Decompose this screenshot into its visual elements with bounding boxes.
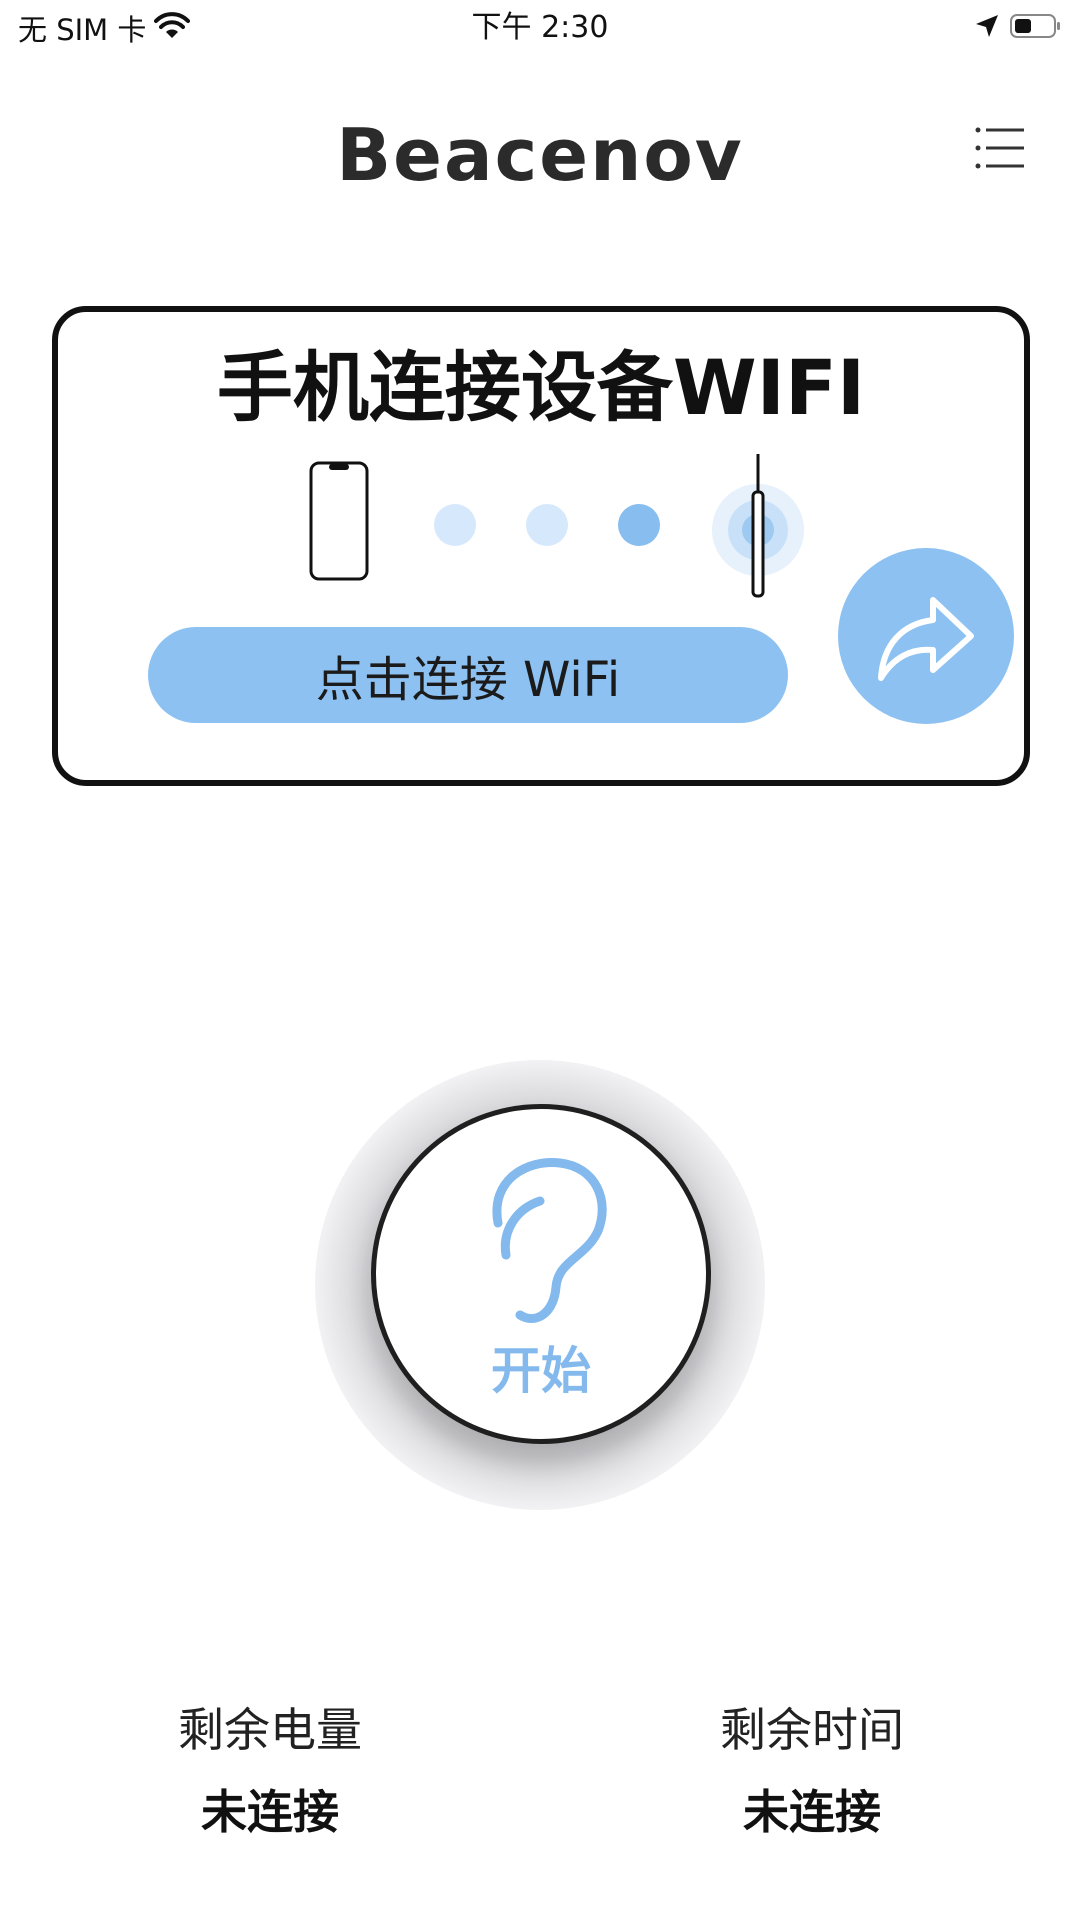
ear-icon bbox=[476, 1153, 616, 1333]
start-button[interactable]: 开始 bbox=[371, 1104, 711, 1444]
app-screen: 无 SIM 卡 下午 2:30 Beacenov 手机连接设备WIFI 点击连接… bbox=[0, 0, 1080, 1920]
brand-logo: Beacenov bbox=[336, 113, 744, 197]
status-time: 下午 2:30 bbox=[471, 10, 609, 45]
location-arrow-icon bbox=[974, 13, 1000, 43]
time-value: 未连接 bbox=[743, 1785, 881, 1839]
wifi-card-title: 手机连接设备WIFI bbox=[216, 343, 866, 432]
battery-value: 未连接 bbox=[201, 1785, 339, 1839]
battery-label: 剩余电量 bbox=[178, 1703, 362, 1757]
phone-icon bbox=[308, 460, 370, 582]
wifi-connect-card: 手机连接设备WIFI 点击连接 WiFi bbox=[52, 306, 1030, 786]
progress-dot bbox=[526, 504, 568, 546]
app-header: Beacenov bbox=[0, 100, 1080, 210]
progress-dot-active bbox=[618, 504, 660, 546]
time-stat: 剩余时间 未连接 bbox=[632, 1700, 992, 1842]
battery-stat: 剩余电量 未连接 bbox=[90, 1700, 450, 1842]
otoscope-device-icon bbox=[708, 452, 808, 600]
progress-dot bbox=[434, 504, 476, 546]
connect-wifi-button[interactable]: 点击连接 WiFi bbox=[148, 627, 788, 723]
share-arrow-icon[interactable] bbox=[838, 548, 1014, 724]
status-right bbox=[974, 8, 1062, 48]
hamburger-menu-icon[interactable] bbox=[972, 120, 1028, 176]
status-bar: 无 SIM 卡 下午 2:30 bbox=[0, 0, 1080, 56]
time-label: 剩余时间 bbox=[720, 1703, 904, 1757]
start-label: 开始 bbox=[491, 1342, 591, 1400]
battery-icon bbox=[1010, 13, 1062, 43]
